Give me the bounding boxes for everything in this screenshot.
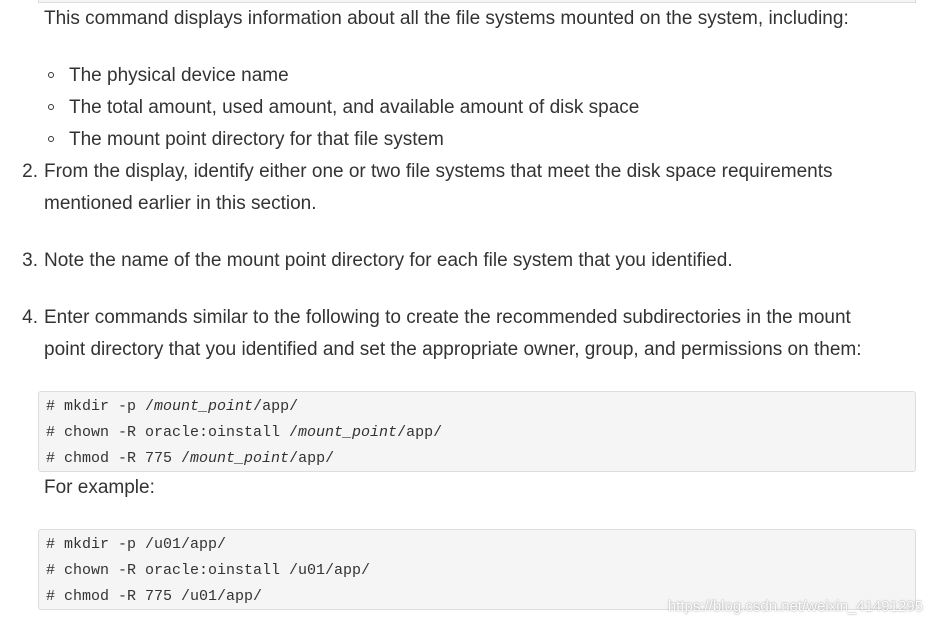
intro-paragraph: This command displays information about … [44, 8, 849, 29]
code-line: # mkdir -p /u01/app/ [46, 536, 227, 553]
list-item-text: The total amount, used amount, and avail… [69, 97, 640, 118]
step-text-line: Note the name of the mount point directo… [44, 250, 733, 271]
placeholder-variable: mount_point [190, 450, 290, 467]
list-item: The mount point directory for that file … [44, 124, 639, 156]
step-text: Note the name of the mount point directo… [44, 245, 910, 277]
step-number: 2. [22, 161, 38, 182]
step-text-line: From the display, identify either one or… [44, 161, 833, 182]
code-line: # mkdir -p /mount_point/app/ [46, 398, 299, 415]
example-label: For example: [44, 477, 155, 498]
step-text-line: mentioned earlier in this section. [44, 193, 317, 214]
step-text: From the display, identify either one or… [44, 156, 910, 220]
circle-bullet-icon [48, 104, 54, 110]
list-item: The total amount, used amount, and avail… [44, 92, 639, 124]
step-number: 4. [22, 307, 38, 328]
circle-bullet-icon [48, 72, 54, 78]
code-line: # chmod -R 775 /mount_point/app/ [46, 450, 335, 467]
list-item-text: The physical device name [69, 65, 289, 86]
code-line: # chown -R oracle:oinstall /mount_point/… [46, 424, 443, 441]
step-text-line: Enter commands similar to the following … [44, 307, 851, 328]
step-text: Enter commands similar to the following … [44, 302, 910, 366]
watermark-text: https://blog.csdn.net/weixin_41491295 [667, 598, 923, 615]
placeholder-variable: mount_point [298, 424, 398, 441]
generic-command-code-block[interactable]: # mkdir -p /mount_point/app/ # chown -R … [38, 391, 916, 472]
info-bullet-list: The physical device name The total amoun… [44, 60, 639, 156]
step-text-line: point directory that you identified and … [44, 339, 862, 360]
step-number: 3. [22, 250, 38, 271]
list-item: The physical device name [44, 60, 639, 92]
circle-bullet-icon [48, 136, 54, 142]
code-line: # chown -R oracle:oinstall /u01/app/ [46, 562, 371, 579]
placeholder-variable: mount_point [154, 398, 254, 415]
list-item-text: The mount point directory for that file … [69, 129, 444, 150]
